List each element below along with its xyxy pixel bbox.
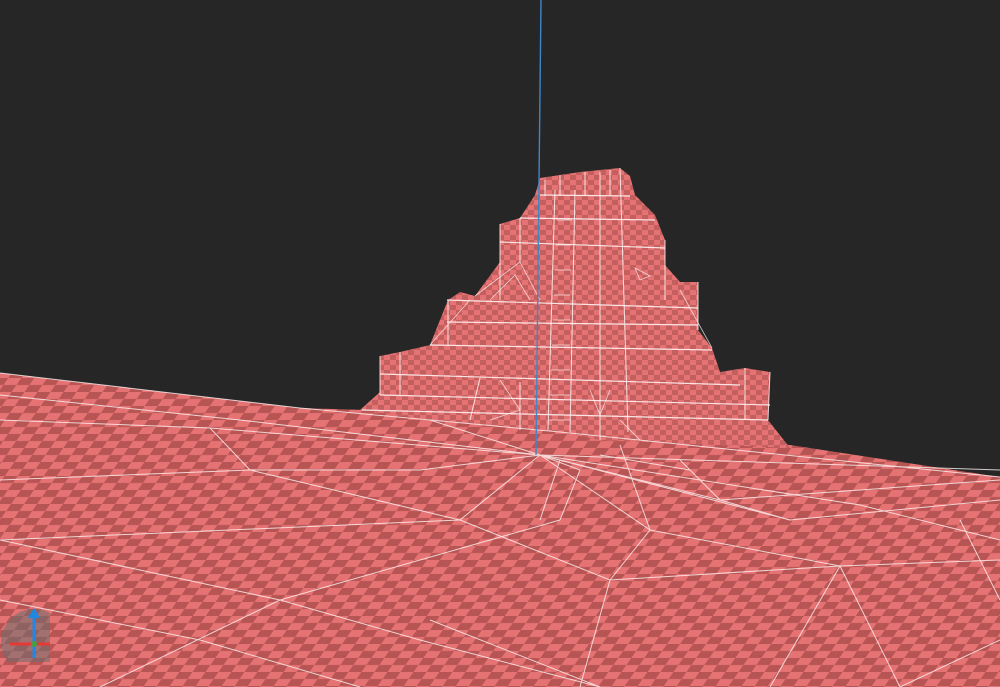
axis-gizmo[interactable] <box>0 606 50 662</box>
forward-axis-icon <box>31 641 37 647</box>
pyramid-mesh <box>360 167 790 448</box>
scene-canvas[interactable] <box>0 0 1000 687</box>
3d-viewport[interactable] <box>0 0 1000 687</box>
gizmo-background <box>1 609 50 662</box>
